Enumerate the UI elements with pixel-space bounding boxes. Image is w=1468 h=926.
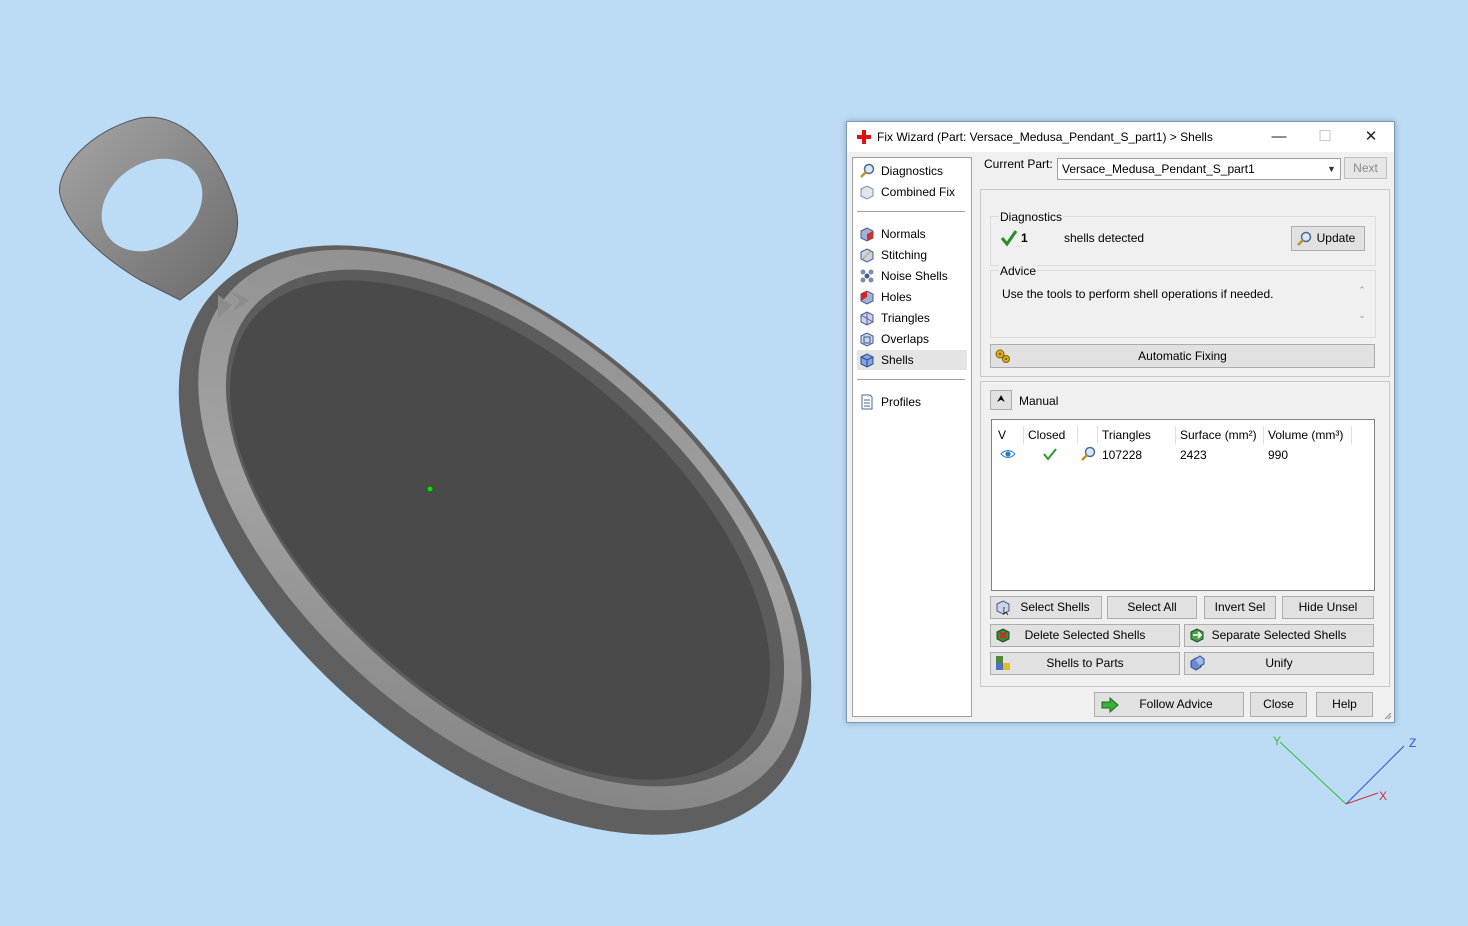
advice-scrollbar[interactable]: ⌃ ⌄ xyxy=(1355,285,1369,331)
resize-grip-icon[interactable] xyxy=(1382,710,1392,720)
delete-shell-icon xyxy=(996,628,1010,643)
help-button[interactable]: Help xyxy=(1316,692,1373,717)
unify-button[interactable]: Unify xyxy=(1184,652,1374,675)
scroll-up-icon[interactable]: ⌃ xyxy=(1355,285,1369,296)
axis-x-label: X xyxy=(1379,789,1387,803)
minimize-button[interactable]: — xyxy=(1256,122,1302,152)
holes-icon xyxy=(860,290,874,305)
nav-item-diagnostics[interactable]: Diagnostics xyxy=(857,161,967,181)
cell-volume: 990 xyxy=(1268,448,1289,462)
automatic-fixing-button[interactable]: Automatic Fixing xyxy=(990,344,1375,368)
separate-shell-icon xyxy=(1190,628,1204,643)
center-point xyxy=(426,485,434,493)
column-header-surface[interactable]: Surface (mm²) xyxy=(1176,426,1264,444)
nav-item-profiles[interactable]: Profiles xyxy=(857,392,967,412)
fix-wizard-window: Fix Wizard (Part: Versace_Medusa_Pendant… xyxy=(846,121,1395,723)
pendant-model[interactable] xyxy=(59,116,920,926)
delete-selected-shells-button[interactable]: Delete Selected Shells xyxy=(990,624,1180,647)
nav-item-normals[interactable]: Normals xyxy=(857,224,967,244)
scroll-down-icon[interactable]: ⌄ xyxy=(1355,310,1369,321)
check-icon xyxy=(1000,230,1018,247)
magnifier-icon[interactable] xyxy=(1080,446,1096,462)
advice-title: Advice xyxy=(999,264,1038,278)
shell-count: 1 xyxy=(1021,231,1028,245)
nav-separator xyxy=(857,379,965,380)
nav-separator xyxy=(857,211,965,212)
maximize-button[interactable]: ☐ xyxy=(1302,122,1348,152)
title-bar[interactable]: Fix Wizard (Part: Versace_Medusa_Pendant… xyxy=(847,122,1394,152)
noise-shells-icon xyxy=(860,269,874,283)
triangles-icon xyxy=(860,311,874,326)
cube-icon xyxy=(860,185,874,200)
follow-advice-button[interactable]: Follow Advice xyxy=(1094,692,1244,717)
magnifier-icon xyxy=(1297,231,1312,246)
hide-unsel-button[interactable]: Hide Unsel xyxy=(1282,596,1374,619)
diagnostics-box: Diagnostics 1 shells detected Update xyxy=(990,210,1376,266)
shells-detected-text: shells detected xyxy=(1064,231,1145,245)
next-button[interactable]: Next xyxy=(1344,157,1387,179)
column-header-inspect[interactable] xyxy=(1078,426,1098,444)
diagnostics-title: Diagnostics xyxy=(999,210,1064,224)
nav-item-noise-shells[interactable]: Noise Shells xyxy=(857,266,967,286)
overlaps-icon xyxy=(860,332,874,347)
axis-triad: Y Z X xyxy=(1273,734,1416,805)
shells-to-parts-button[interactable]: Shells to Parts xyxy=(990,652,1180,675)
window-title: Fix Wizard (Part: Versace_Medusa_Pendant… xyxy=(877,130,1213,144)
invert-sel-button[interactable]: Invert Sel xyxy=(1204,596,1276,619)
magnifier-icon xyxy=(860,163,875,178)
eye-icon[interactable] xyxy=(1000,448,1016,460)
stitching-icon xyxy=(860,248,874,263)
wizard-nav: Diagnostics Combined Fix Normals Stitchi… xyxy=(852,157,972,717)
separate-selected-shells-button[interactable]: Separate Selected Shells xyxy=(1184,624,1374,647)
axis-z-label: Z xyxy=(1409,736,1416,750)
nav-item-triangles[interactable]: Triangles xyxy=(857,308,967,328)
check-icon xyxy=(1043,448,1057,461)
update-button[interactable]: Update xyxy=(1291,226,1365,251)
cell-surface: 2423 xyxy=(1180,448,1207,462)
current-part-select[interactable]: Versace_Medusa_Pendant_S_part1 ▼ xyxy=(1057,158,1341,180)
column-header-triangles[interactable]: Triangles xyxy=(1098,426,1176,444)
chevron-up-icon: ⮝ xyxy=(996,394,1006,405)
cell-triangles: 107228 xyxy=(1102,448,1143,462)
axis-y-label: Y xyxy=(1273,734,1281,748)
close-button[interactable]: Close xyxy=(1250,692,1307,717)
chevron-down-icon: ▼ xyxy=(1327,164,1336,174)
shells-icon xyxy=(860,353,874,368)
diagnostics-group: Diagnostics 1 shells detected Update Adv… xyxy=(980,189,1390,377)
collapse-manual-button[interactable]: ⮝ xyxy=(990,390,1012,410)
select-shells-icon xyxy=(996,600,1010,615)
advice-text: Use the tools to perform shell operation… xyxy=(997,285,1349,335)
nav-item-stitching[interactable]: Stitching xyxy=(857,245,967,265)
nav-item-holes[interactable]: Holes xyxy=(857,287,967,307)
red-cross-icon xyxy=(857,130,871,144)
shells-table[interactable]: V Closed Triangles Surface (mm²) Volume … xyxy=(991,419,1375,591)
nav-item-shells[interactable]: Shells xyxy=(857,350,967,370)
nav-item-overlaps[interactable]: Overlaps xyxy=(857,329,967,349)
column-header-closed[interactable]: Closed xyxy=(1024,426,1078,444)
unify-icon xyxy=(1190,655,1205,671)
shells-to-parts-icon xyxy=(996,656,1010,670)
arrow-right-icon xyxy=(1101,696,1119,714)
current-part-label: Current Part: xyxy=(984,157,1053,171)
document-icon xyxy=(861,394,873,410)
normals-icon xyxy=(860,227,874,242)
select-all-button[interactable]: Select All xyxy=(1107,596,1197,619)
column-header-volume[interactable]: Volume (mm³) xyxy=(1264,426,1352,444)
select-shells-button[interactable]: Select Shells xyxy=(990,596,1102,619)
advice-box: Advice Use the tools to perform shell op… xyxy=(990,264,1376,338)
manual-title: Manual xyxy=(1019,394,1059,408)
column-header-visible[interactable]: V xyxy=(994,426,1024,444)
nav-item-combined-fix[interactable]: Combined Fix xyxy=(857,182,967,202)
gears-icon xyxy=(995,349,1010,363)
close-window-button[interactable]: ✕ xyxy=(1348,122,1394,152)
